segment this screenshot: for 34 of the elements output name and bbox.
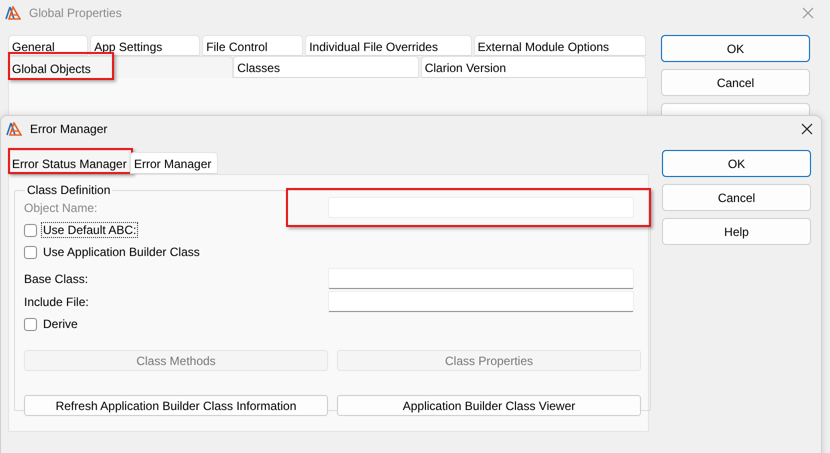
input-field[interactable] [328,268,634,289]
action-button[interactable]: Application Builder Class Viewer [337,395,641,416]
checkbox-label[interactable]: Use Application Builder Class [41,244,202,260]
window-title: Error Manager [30,122,108,136]
tab[interactable]: Individual File Overrides [305,35,472,56]
tab[interactable]: General [8,35,88,56]
field-label: Include File: [24,294,90,308]
ok-button[interactable]: OK [661,35,810,62]
tab[interactable]: File Control [202,35,304,56]
tab[interactable]: Clarion Version [420,56,646,78]
action-button[interactable]: Refresh Application Builder Class Information [24,395,328,416]
input-field[interactable] [328,291,634,312]
tab[interactable]: Classes [233,56,419,78]
tab[interactable]: External Module Options [474,35,646,56]
close-icon[interactable] [801,122,813,134]
tab[interactable]: Error Status Manager [8,150,130,174]
group-title: Class Definition [26,184,112,196]
tab[interactable]: Global Objects [8,56,234,78]
checkbox[interactable] [24,224,37,236]
tab[interactable]: App Settings [90,35,200,56]
checkbox[interactable] [24,318,37,330]
field-label: Base Class: [24,272,90,286]
app-logo-icon [5,6,21,20]
checkbox[interactable] [24,246,37,258]
dialog-button[interactable]: Cancel [661,69,810,96]
field-label: Object Name: [24,200,98,214]
window-title: Global Properties [29,6,123,20]
tab[interactable]: Error Manager [130,152,218,174]
checkbox-label[interactable]: Derive [41,316,80,332]
dialog-button[interactable]: Help [662,218,811,245]
checkbox-label[interactable]: Use Default ABC: [41,222,138,238]
ok-button[interactable]: OK [662,150,811,177]
app-logo-icon [6,122,22,136]
dialog-button[interactable]: Cancel [662,184,811,211]
